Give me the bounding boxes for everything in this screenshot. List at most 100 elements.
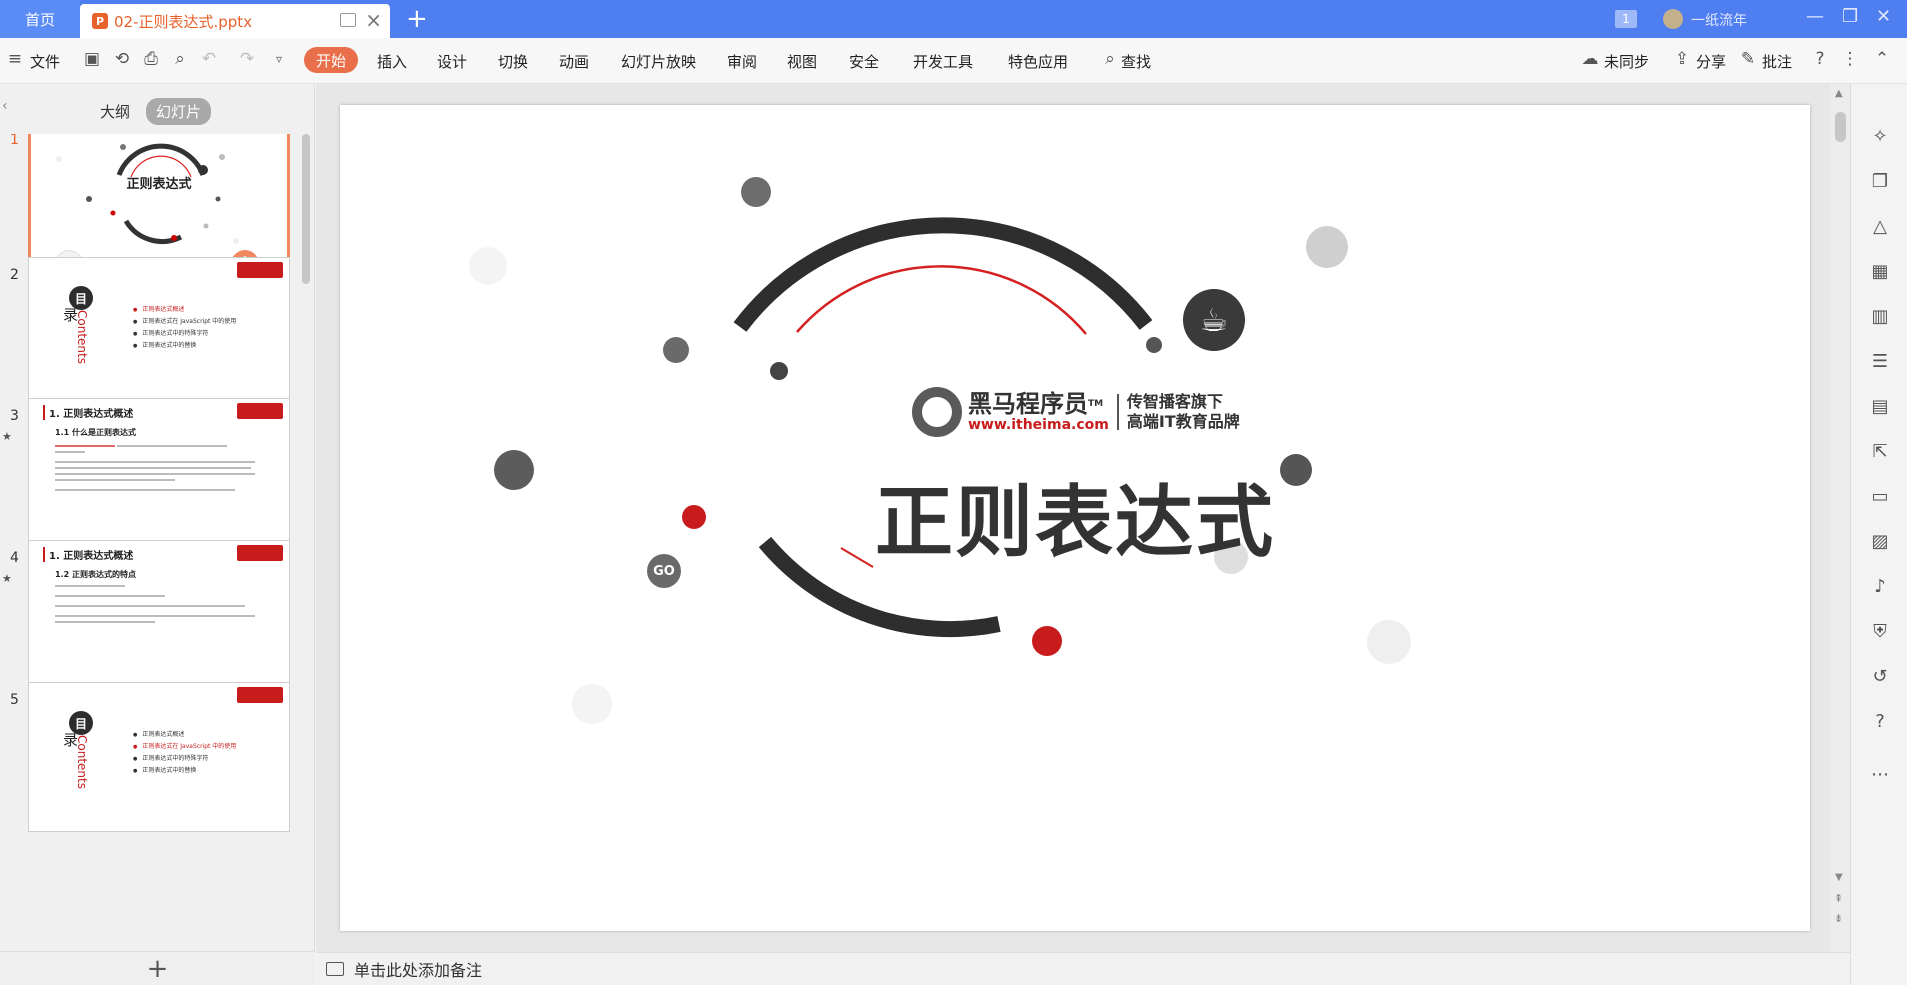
ppt-file-icon: P xyxy=(92,13,108,29)
slide-thumbnail-row[interactable]: 4 ★ 1. 正则表达式概述 1.2 正则表达式的特点 xyxy=(0,540,300,700)
brand-logo xyxy=(237,262,283,278)
tab-slideshow[interactable]: 幻灯片放映 xyxy=(621,51,696,72)
export-icon[interactable]: ⇱ xyxy=(1869,441,1891,463)
shield-icon[interactable]: ⛨ xyxy=(1869,621,1891,643)
slide-thumbnail-5[interactable]: 目 录 Contents 正则表达式概述 正则表达式在 JavaScript 中… xyxy=(28,682,290,832)
avatar[interactable] xyxy=(1663,9,1683,29)
notes-bar[interactable]: 单击此处添加备注 xyxy=(316,952,1850,985)
more-horizontal-icon[interactable]: ⋯ xyxy=(1869,764,1891,786)
grid-icon[interactable]: ▦ xyxy=(1869,261,1891,283)
sound-icon[interactable]: ♪ xyxy=(1869,576,1891,598)
file-menu[interactable]: 文件 xyxy=(30,51,60,72)
thumbnails-scrollbar[interactable] xyxy=(302,134,310,284)
notes-placeholder[interactable]: 单击此处添加备注 xyxy=(354,957,482,981)
slides-view-tab[interactable]: 幻灯片 xyxy=(146,98,212,125)
brand-url: www.itheima.com xyxy=(968,417,1109,433)
magnet-icon xyxy=(1032,626,1062,656)
close-tab-icon[interactable]: × xyxy=(365,10,382,30)
user-name[interactable]: 一纸流年 xyxy=(1691,10,1747,30)
comment-icon[interactable]: ✎ xyxy=(1739,50,1757,68)
comments-panel-icon[interactable]: ❐ xyxy=(1869,171,1891,193)
collapse-panel-icon[interactable]: ‹ xyxy=(2,98,8,114)
text-line xyxy=(55,621,155,623)
redo-icon[interactable]: ↷ xyxy=(238,50,256,68)
python-icon xyxy=(1146,337,1162,353)
outline-view-tab[interactable]: 大纲 xyxy=(90,98,140,125)
print-preview-icon[interactable]: ⌕ xyxy=(171,50,189,68)
slide-thumbnail-row[interactable]: 2 目 录 Contents 正则表达式概述 正则表达式在 JavaScript… xyxy=(0,257,300,417)
slide-thumbnail-row[interactable]: 3 ★ 1. 正则表达式概述 1.1 什么是正则表达式 xyxy=(0,398,300,558)
tab-home[interactable]: 首页 xyxy=(0,0,80,38)
new-tab-icon[interactable]: + xyxy=(406,4,428,34)
new-slide-button[interactable]: + xyxy=(0,951,315,985)
tab-view[interactable]: 视图 xyxy=(787,51,817,72)
image-gallery-icon[interactable]: ▤ xyxy=(1869,396,1891,418)
slide-title[interactable]: 正则表达式 xyxy=(340,460,1810,572)
pin-icon[interactable]: ✧ xyxy=(1869,126,1891,148)
shape-icon[interactable]: △ xyxy=(1869,216,1891,238)
slide-scrollbar[interactable]: ▲ ▼ ⇞ ⇟ xyxy=(1830,84,1850,952)
scrollbar-thumb[interactable] xyxy=(1835,112,1846,142)
archive-icon[interactable]: ▭ xyxy=(1869,486,1891,508)
tab-design[interactable]: 设计 xyxy=(437,51,467,72)
restore-icon[interactable]: ❐ xyxy=(1842,6,1858,27)
tab-animation[interactable]: 动画 xyxy=(559,51,589,72)
html5-icon xyxy=(770,362,788,380)
prev-slide-icon[interactable]: ⇞ xyxy=(1834,892,1843,905)
close-window-icon[interactable]: ✕ xyxy=(1876,6,1891,27)
logo-divider xyxy=(1116,394,1119,430)
search-button[interactable]: 查找 xyxy=(1121,51,1151,72)
slide-thumbnail-2[interactable]: 目 录 Contents 正则表达式概述 正则表达式在 JavaScript 中… xyxy=(28,257,290,407)
help-circle-icon[interactable]: ? xyxy=(1869,711,1891,733)
next-slide-icon[interactable]: ⇟ xyxy=(1834,912,1843,925)
more-icon[interactable]: ⋮ xyxy=(1841,50,1859,68)
eye-icon xyxy=(1306,226,1348,268)
format-painter-icon[interactable]: ⟲ xyxy=(113,50,131,68)
horse-logo-icon xyxy=(912,387,962,437)
tab-review[interactable]: 审阅 xyxy=(727,51,757,72)
share-button[interactable]: 分享 xyxy=(1696,51,1726,72)
scroll-down-icon[interactable]: ▼ xyxy=(1835,872,1843,883)
toc-item: 正则表达式中的特殊字符 xyxy=(133,328,208,337)
collapse-ribbon-icon[interactable]: ⌃ xyxy=(1873,50,1891,68)
tab-transition[interactable]: 切换 xyxy=(498,51,528,72)
thumb-3-title: 1. 正则表达式概述 xyxy=(43,405,133,420)
brand-tm: TM xyxy=(1088,399,1104,409)
document-title: 02-正则表达式.pptx xyxy=(114,12,253,31)
comment-button[interactable]: 批注 xyxy=(1762,51,1792,72)
tab-start[interactable]: 开始 xyxy=(304,47,358,73)
slide-thumbnail-4[interactable]: 1. 正则表达式概述 1.2 正则表达式的特点 xyxy=(28,540,290,690)
toc-item: 正则表达式在 JavaScript 中的使用 xyxy=(133,316,236,325)
share-icon[interactable]: ⇪ xyxy=(1673,50,1691,68)
undo-icon[interactable]: ↶ xyxy=(200,50,218,68)
text-line xyxy=(55,585,125,587)
slide-thumbnail-row[interactable]: 5 目 录 Contents 正则表达式概述 正则表达式在 JavaScript… xyxy=(0,682,300,842)
animation-star-icon: ★ xyxy=(2,572,12,585)
text-line xyxy=(55,489,235,491)
settings-sliders-icon[interactable]: ☰ xyxy=(1869,351,1891,373)
minimize-icon[interactable]: — xyxy=(1806,6,1824,27)
menu-icon[interactable]: ≡ xyxy=(6,50,24,68)
search-icon[interactable]: ⌕ xyxy=(1101,50,1119,68)
tab-insert[interactable]: 插入 xyxy=(377,51,407,72)
window-count-badge[interactable]: 1 xyxy=(1615,10,1637,28)
tab-special[interactable]: 特色应用 xyxy=(1008,51,1068,72)
print-icon[interactable]: ⎙ xyxy=(142,50,160,68)
scroll-up-icon[interactable]: ▲ xyxy=(1835,88,1843,99)
tab-document[interactable]: P 02-正则表达式.pptx × xyxy=(80,4,390,38)
sync-status[interactable]: 未同步 xyxy=(1604,51,1649,72)
help-icon[interactable]: ? xyxy=(1811,50,1829,68)
toc-item: 正则表达式在 JavaScript 中的使用 xyxy=(133,741,236,750)
picture-icon[interactable]: ▨ xyxy=(1869,531,1891,553)
tab-security[interactable]: 安全 xyxy=(849,51,879,72)
thumb-1-title: 正则表达式 xyxy=(126,177,192,192)
dropdown-icon[interactable]: ▿ xyxy=(270,50,288,68)
history-icon[interactable]: ↺ xyxy=(1869,666,1891,688)
screen-icon[interactable] xyxy=(340,13,356,27)
slide-thumbnail-3[interactable]: 1. 正则表达式概述 1.1 什么是正则表达式 xyxy=(28,398,290,548)
save-icon[interactable]: ▣ xyxy=(83,50,101,68)
tab-developer[interactable]: 开发工具 xyxy=(913,51,973,72)
cloud-sync-icon[interactable]: ☁ xyxy=(1581,50,1599,68)
chart-icon[interactable]: ▥ xyxy=(1869,306,1891,328)
current-slide[interactable]: ☕ GO 黑马程序员TM www.itheima.com 传智播客旗下 高端IT… xyxy=(340,105,1810,931)
